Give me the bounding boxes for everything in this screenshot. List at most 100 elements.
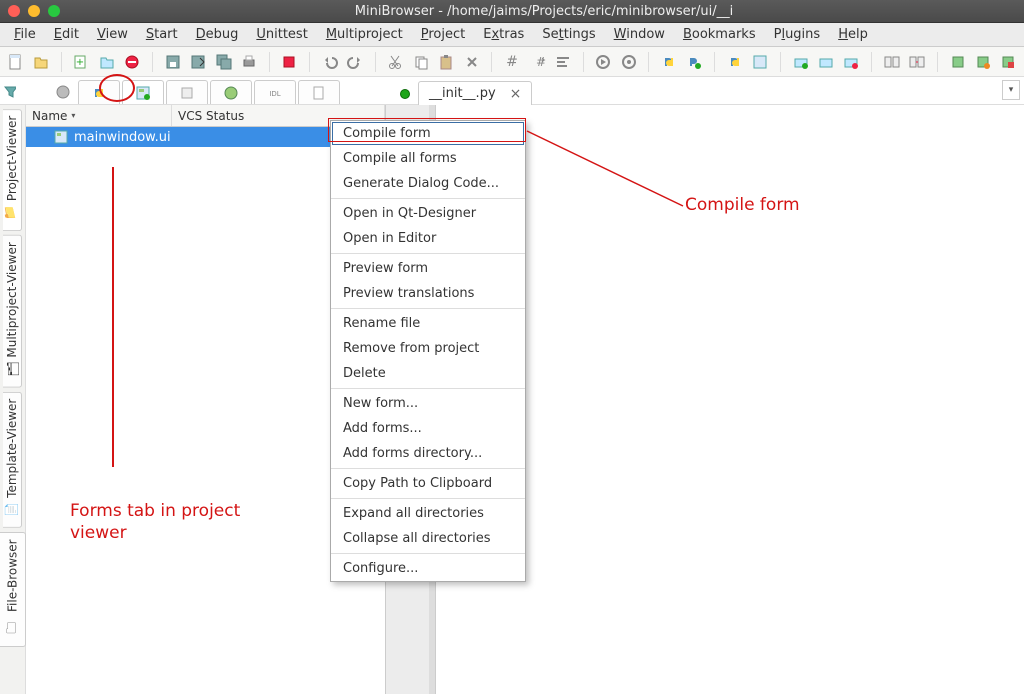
- compare-icon[interactable]: [882, 51, 901, 73]
- uncomment-icon[interactable]: #: [528, 51, 547, 73]
- python-profile-icon[interactable]: [751, 51, 770, 73]
- new-file-icon[interactable]: [6, 51, 25, 73]
- menu-plugins[interactable]: Plugins: [766, 25, 829, 44]
- toolbox2-icon[interactable]: [816, 51, 835, 73]
- context-menu[interactable]: Compile formCompile all formsGenerate Di…: [330, 120, 526, 582]
- menu-multiproject[interactable]: Multiproject: [318, 25, 411, 44]
- python-run-icon[interactable]: [659, 51, 678, 73]
- svg-text:#: #: [506, 54, 518, 70]
- sidebar-tab-project-viewer[interactable]: 📁Project-Viewer: [3, 109, 22, 231]
- run-icon[interactable]: [594, 51, 613, 73]
- menu-start[interactable]: Start: [138, 25, 186, 44]
- minimize-window-button[interactable]: [28, 5, 40, 17]
- menu-file[interactable]: File: [6, 25, 44, 44]
- left-sidebar-tabs: 📁Project-Viewer 🗂Multiproject-Viewer 📄Te…: [0, 105, 26, 694]
- translations-tab[interactable]: [210, 80, 252, 104]
- open-project-icon[interactable]: [97, 51, 116, 73]
- editor-tab-init-py[interactable]: __init__.py ×: [418, 81, 532, 105]
- sphere-icon[interactable]: [54, 81, 72, 103]
- editor-tabs-dropdown[interactable]: ▾: [1002, 80, 1020, 100]
- context-menu-item-collapse-all-directories[interactable]: Collapse all directories: [331, 526, 525, 551]
- menu-help[interactable]: Help: [830, 25, 876, 44]
- menu-unittest[interactable]: Unittest: [248, 25, 315, 44]
- context-menu-item-open-in-editor[interactable]: Open in Editor: [331, 226, 525, 251]
- context-menu-item-compile-all-forms[interactable]: Compile all forms: [331, 146, 525, 171]
- redo-icon[interactable]: [345, 51, 364, 73]
- menu-view[interactable]: View: [89, 25, 136, 44]
- format-icon[interactable]: [553, 51, 572, 73]
- sidebar-tab-label: File-Browser: [5, 539, 19, 612]
- menu-project[interactable]: Project: [413, 25, 474, 44]
- comment-icon[interactable]: #: [502, 51, 521, 73]
- sidebar-tab-label: Template-Viewer: [5, 399, 19, 498]
- debug-icon[interactable]: [619, 51, 638, 73]
- context-menu-item-configure[interactable]: Configure...: [331, 556, 525, 581]
- menu-window[interactable]: Window: [606, 25, 673, 44]
- context-menu-item-open-in-qt-designer[interactable]: Open in Qt-Designer: [331, 201, 525, 226]
- print-icon[interactable]: [239, 51, 258, 73]
- window-titlebar: MiniBrowser - /home/jaims/Projects/eric/…: [0, 0, 1024, 23]
- ui-file-icon: [54, 130, 68, 144]
- resources-tab[interactable]: [166, 80, 208, 104]
- sidebar-tab-multiproject-viewer[interactable]: 🗂Multiproject-Viewer: [3, 235, 22, 388]
- context-menu-item-preview-translations[interactable]: Preview translations: [331, 281, 525, 306]
- column-header-name[interactable]: Name▾: [26, 105, 172, 126]
- interfaces-tab[interactable]: IDL: [254, 80, 296, 104]
- open-icon[interactable]: [31, 51, 50, 73]
- context-menu-separator: [331, 498, 525, 499]
- forms-tab[interactable]: [122, 80, 164, 104]
- sidebar-tab-file-browser[interactable]: 🗀File-Browser: [0, 532, 26, 647]
- save-all-icon[interactable]: [214, 51, 233, 73]
- cut-icon[interactable]: [386, 51, 405, 73]
- close-tab-icon[interactable]: ×: [504, 86, 522, 102]
- column-header-label: VCS Status: [178, 109, 244, 123]
- sidebar-tab-template-viewer[interactable]: 📄Template-Viewer: [3, 392, 22, 528]
- copy-icon[interactable]: [411, 51, 430, 73]
- plugin1-icon[interactable]: [948, 51, 967, 73]
- context-menu-item-delete[interactable]: Delete: [331, 361, 525, 386]
- menu-settings[interactable]: Settings: [534, 25, 603, 44]
- context-menu-item-compile-form[interactable]: Compile form: [331, 121, 525, 146]
- toolbox1-icon[interactable]: [791, 51, 810, 73]
- delete-icon[interactable]: [462, 51, 481, 73]
- context-menu-item-add-forms-directory[interactable]: Add forms directory...: [331, 441, 525, 466]
- context-menu-item-copy-path-to-clipboard[interactable]: Copy Path to Clipboard: [331, 471, 525, 496]
- context-menu-separator: [331, 198, 525, 199]
- context-menu-separator: [331, 253, 525, 254]
- python-debug-icon[interactable]: [685, 51, 704, 73]
- close-project-icon[interactable]: [123, 51, 142, 73]
- undo-icon[interactable]: [320, 51, 339, 73]
- context-menu-separator: [331, 388, 525, 389]
- python-shell-icon[interactable]: [725, 51, 744, 73]
- context-menu-item-generate-dialog-code[interactable]: Generate Dialog Code...: [331, 171, 525, 196]
- close-window-button[interactable]: [8, 5, 20, 17]
- menubar: File Edit View Start Debug Unittest Mult…: [0, 23, 1024, 47]
- context-menu-item-rename-file[interactable]: Rename file: [331, 311, 525, 336]
- file-name: mainwindow.ui: [74, 130, 171, 145]
- context-menu-item-add-forms[interactable]: Add forms...: [331, 416, 525, 441]
- maximize-window-button[interactable]: [48, 5, 60, 17]
- active-script-indicator-icon: [400, 89, 410, 99]
- paste-icon[interactable]: [437, 51, 456, 73]
- menu-edit[interactable]: Edit: [46, 25, 87, 44]
- toolbox3-icon[interactable]: [842, 51, 861, 73]
- annotation-label-compile-form: Compile form: [685, 195, 800, 215]
- menu-debug[interactable]: Debug: [188, 25, 247, 44]
- save-as-icon[interactable]: [188, 51, 207, 73]
- plugin2-icon[interactable]: [973, 51, 992, 73]
- save-icon[interactable]: [163, 51, 182, 73]
- new-plus-icon[interactable]: +: [72, 51, 91, 73]
- plugin3-icon[interactable]: [999, 51, 1018, 73]
- context-menu-item-new-form[interactable]: New form...: [331, 391, 525, 416]
- context-menu-item-expand-all-directories[interactable]: Expand all directories: [331, 501, 525, 526]
- others-tab[interactable]: [298, 80, 340, 104]
- stop-icon[interactable]: [280, 51, 299, 73]
- filter-icon[interactable]: [4, 80, 16, 104]
- merge-icon[interactable]: [907, 51, 926, 73]
- sources-tab[interactable]: [78, 80, 120, 104]
- menu-extras[interactable]: Extras: [475, 25, 532, 44]
- context-menu-item-preview-form[interactable]: Preview form: [331, 256, 525, 281]
- window-controls: [8, 5, 60, 17]
- context-menu-item-remove-from-project[interactable]: Remove from project: [331, 336, 525, 361]
- menu-bookmarks[interactable]: Bookmarks: [675, 25, 764, 44]
